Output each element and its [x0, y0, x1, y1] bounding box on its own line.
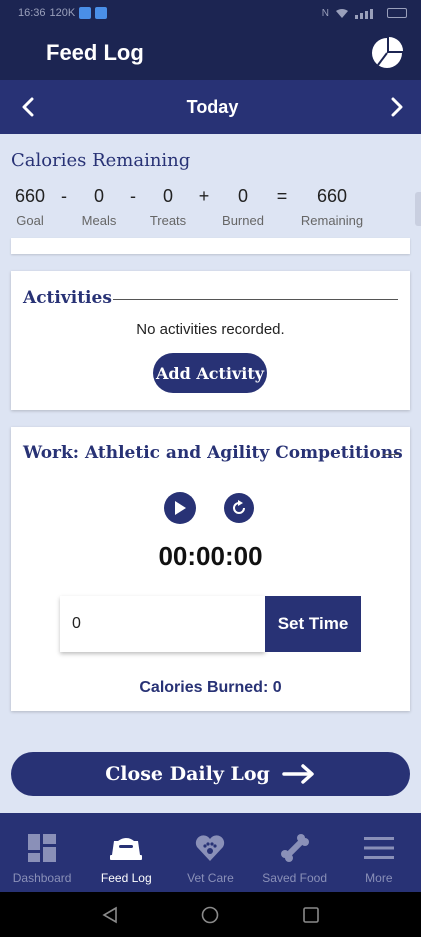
set-time-button[interactable]: Set Time: [265, 596, 361, 652]
time-input[interactable]: [60, 596, 265, 652]
date-navigation: Today: [0, 80, 421, 134]
menu-icon: [362, 831, 396, 865]
burned-value: 0: [237, 186, 248, 206]
play-icon: [175, 501, 186, 515]
calories-burned-text: Calories Burned: 0: [139, 679, 282, 696]
calories-equation: 660 Goal - 0 Meals - 0 Treats + 0 Burned…: [0, 186, 421, 230]
remaining-value: 660: [316, 186, 348, 206]
tab-label: Feed Log: [100, 871, 152, 885]
play-button[interactable]: [164, 492, 196, 524]
signal-icon: [355, 8, 373, 19]
goal-label: Goal: [16, 213, 44, 228]
meals-value: 0: [93, 186, 104, 206]
tab-dashboard[interactable]: Dashboard: [0, 813, 84, 892]
plus-operator: +: [198, 186, 210, 206]
reset-icon: [233, 500, 245, 514]
calories-title: Calories Remaining: [11, 150, 191, 171]
reset-button[interactable]: [224, 493, 254, 523]
tab-saved-food[interactable]: Saved Food: [253, 813, 337, 892]
home-icon[interactable]: [201, 906, 219, 924]
nfc-icon: N: [321, 7, 329, 19]
equals-operator: =: [276, 186, 288, 206]
tab-label: Dashboard: [12, 871, 72, 885]
activities-title: Activities: [23, 288, 112, 308]
treats-label: Treats: [149, 213, 187, 228]
app-header: Feed Log: [0, 26, 421, 80]
treats-value: 0: [162, 186, 173, 206]
pie-chart-icon[interactable]: [369, 35, 405, 71]
tab-more[interactable]: More: [337, 813, 421, 892]
empty-activities-message: No activities recorded.: [136, 321, 285, 338]
back-icon[interactable]: [101, 906, 119, 924]
tab-feed-log[interactable]: Feed Log: [84, 813, 168, 892]
status-right: N: [322, 8, 407, 19]
heart-paw-icon: [193, 831, 227, 865]
chevron-right-icon: [391, 97, 403, 117]
bone-icon: [278, 831, 312, 865]
bottom-tab-bar: Dashboard Feed Log Vet Care Saved Food M…: [0, 813, 421, 892]
status-left: 16:36 120K: [18, 7, 108, 19]
recents-icon[interactable]: [302, 906, 320, 924]
add-activity-button[interactable]: Add Activity: [153, 353, 267, 393]
arrow-right-icon: [282, 764, 314, 784]
system-navigation-bar: [0, 892, 421, 937]
app-notification-icon: [95, 7, 108, 19]
chevron-left-icon: [22, 97, 34, 117]
scroll-indicator[interactable]: [415, 192, 421, 226]
tab-label: Saved Food: [262, 871, 328, 885]
minus-operator: -: [130, 186, 136, 206]
timer-display: 00:00:00: [158, 541, 263, 571]
work-timer-card: Work: Athletic and Agility Competitions …: [11, 427, 410, 711]
battery-icon: [387, 8, 407, 18]
previous-day-button[interactable]: [16, 95, 40, 119]
work-title: Work: Athletic and Agility Competitions: [23, 443, 403, 463]
collapsed-card: [11, 238, 410, 254]
tab-label: More: [365, 871, 393, 885]
remaining-label: Remaining: [300, 213, 364, 228]
food-bowl-icon: [109, 831, 143, 865]
date-label: Today: [186, 96, 239, 117]
activities-card: Activities No activities recorded. Add A…: [11, 271, 410, 410]
wifi-icon: [336, 8, 348, 18]
upload-notification-icon: [79, 7, 92, 19]
page-title: Feed Log: [46, 40, 144, 65]
tab-label: Vet Care: [187, 871, 234, 885]
dashboard-icon: [25, 831, 59, 865]
minus-operator: -: [61, 186, 67, 206]
section-divider: [113, 299, 398, 300]
goal-value: 660: [14, 186, 46, 206]
burned-label: Burned: [222, 213, 264, 228]
close-daily-log-button[interactable]: Close Daily Log: [11, 752, 410, 796]
calories-summary: Calories Remaining 660 Goal - 0 Meals - …: [0, 134, 421, 238]
status-speed: 120K: [49, 7, 76, 19]
next-day-button[interactable]: [385, 95, 409, 119]
close-daily-log-label: Close Daily Log: [105, 763, 270, 785]
status-time: 16:36: [18, 7, 46, 19]
status-bar: 16:36 120K N: [0, 0, 421, 26]
section-divider: [383, 454, 399, 455]
tab-vet-care[interactable]: Vet Care: [168, 813, 252, 892]
meals-label: Meals: [81, 213, 117, 228]
